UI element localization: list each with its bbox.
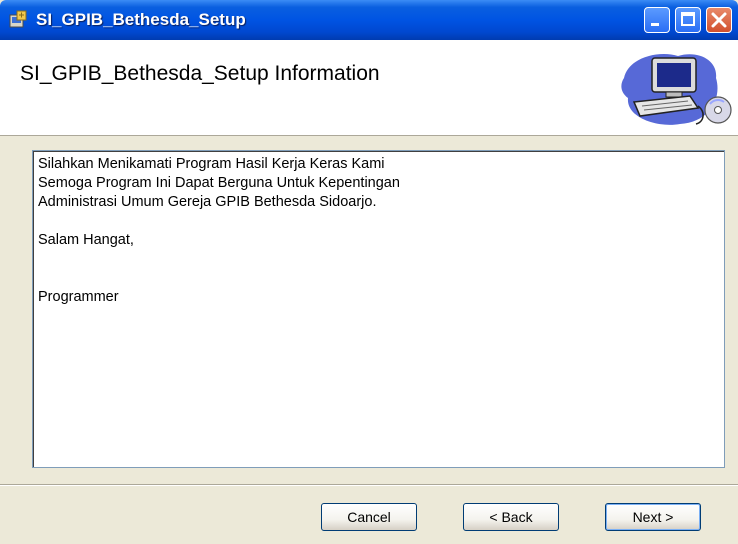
installer-icon [8,10,28,30]
information-textbox[interactable]: Silahkan Menikamati Program Hasil Kerja … [32,150,725,468]
back-button[interactable]: < Back [463,503,559,531]
info-line: Programmer [38,289,119,305]
info-line [38,269,719,288]
header-banner: SI_GPIB_Bethesda_Setup Information [0,40,738,136]
close-button[interactable] [706,7,732,33]
info-line: Silahkan Menikamati Program Hasil Kerja … [38,156,385,172]
title-bar[interactable]: SI_GPIB_Bethesda_Setup [0,0,738,40]
next-button[interactable]: Next > [605,503,701,531]
cancel-button[interactable]: Cancel [321,503,417,531]
computer-setup-icon [618,48,734,130]
window-title: SI_GPIB_Bethesda_Setup [36,10,246,29]
bottom-divider [0,484,738,486]
minimize-button[interactable] [644,7,670,33]
info-line: Administrasi Umum Gereja GPIB Bethesda S… [38,194,377,210]
info-line: Salam Hangat, [38,232,134,248]
setup-window: SI_GPIB_Bethesda_Setup SI_GPIB_Bethesda_… [0,0,738,544]
page-title: SI_GPIB_Bethesda_Setup Information [20,62,380,85]
info-line: Semoga Program Ini Dapat Berguna Untuk K… [38,175,400,191]
info-line [38,212,719,231]
info-line [38,250,719,269]
maximize-button[interactable] [675,7,701,33]
